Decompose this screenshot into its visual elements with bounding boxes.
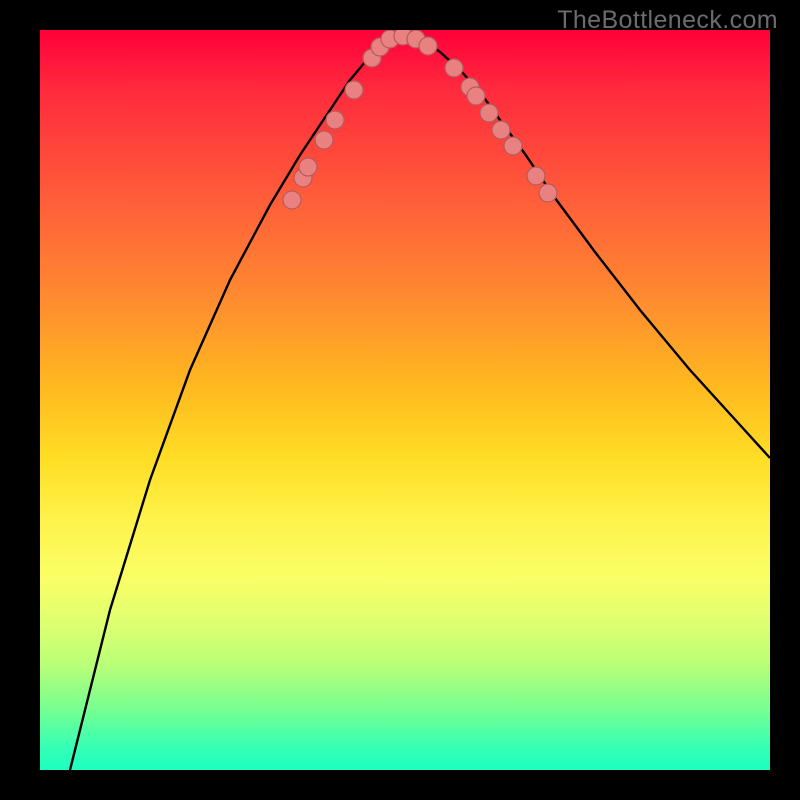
data-point	[345, 81, 363, 99]
data-point	[480, 104, 498, 122]
data-point	[315, 131, 333, 149]
data-point	[467, 87, 485, 105]
data-point	[419, 37, 437, 55]
chart-frame: TheBottleneck.com	[0, 0, 800, 800]
bottleneck-curve-right	[400, 32, 770, 458]
data-point	[492, 121, 510, 139]
data-point	[445, 59, 463, 77]
data-point	[504, 137, 522, 155]
data-point	[527, 167, 545, 185]
data-point	[539, 184, 557, 202]
data-point	[299, 158, 317, 176]
data-point	[326, 111, 344, 129]
bottleneck-curve-left	[70, 32, 400, 770]
plot-area	[40, 30, 770, 770]
data-point	[283, 191, 301, 209]
watermark-text: TheBottleneck.com	[557, 6, 778, 35]
curve-layer	[40, 30, 770, 770]
